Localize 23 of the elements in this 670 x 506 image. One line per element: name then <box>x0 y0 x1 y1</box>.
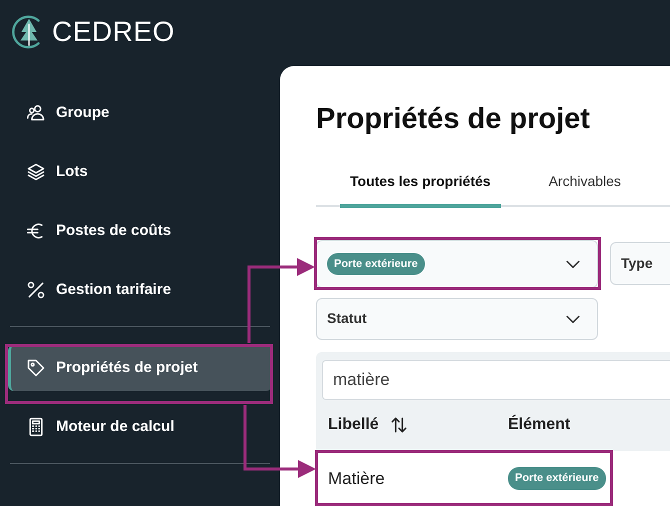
tag: Porte extérieure <box>327 252 425 276</box>
dropdown[interactable]: Type <box>610 242 670 286</box>
layers-icon <box>26 162 46 182</box>
sidebar-item[interactable]: Groupe <box>8 90 272 136</box>
column-header[interactable]: Élément <box>508 413 570 438</box>
sidebar-item[interactable]: Postes de coûts <box>8 208 272 254</box>
sidebar-item[interactable]: Lots <box>8 149 272 195</box>
tab[interactable]: Archivables <box>548 170 621 208</box>
tab[interactable]: Toutes les propriétés <box>340 170 501 208</box>
dropdown[interactable]: Porte extérieure <box>316 240 598 288</box>
tag-icon <box>26 358 46 378</box>
people-icon <box>26 103 46 123</box>
sidebar-item[interactable]: Moteur de calcul <box>8 404 272 450</box>
sidebar-item[interactable]: Propriétés de projet <box>8 345 272 391</box>
search-field[interactable]: matière <box>322 360 670 400</box>
logo-text: CEDREO <box>52 18 175 46</box>
tag: Porte extérieure <box>508 467 606 490</box>
dropdown[interactable]: Statut <box>316 298 598 340</box>
column-header[interactable]: Libellé <box>328 413 379 438</box>
table-cell-text: Matière <box>328 468 385 490</box>
sidebar-item[interactable]: Gestion tarifaire <box>8 267 272 313</box>
page-title: Propriétés de projet <box>316 102 591 137</box>
percent-icon <box>26 280 46 300</box>
